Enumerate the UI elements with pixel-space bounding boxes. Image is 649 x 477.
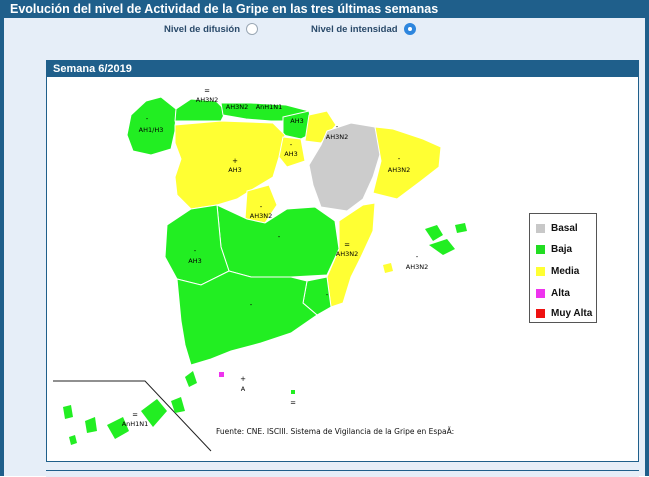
legend-item-alta: Alta	[536, 288, 570, 299]
legend-label-baja: Baja	[551, 244, 573, 255]
trend-mark-canarias: =	[132, 411, 138, 419]
legend-label-alta: Alta	[551, 288, 570, 299]
map-legend: Basal Baja Media Alta Muy Alta	[529, 213, 597, 323]
label-canarias: AnH1N1	[122, 420, 149, 428]
label-valencia: AH3N2	[336, 250, 358, 258]
trend-mark-ceuta: +	[240, 375, 246, 383]
canarias-island-6	[185, 371, 197, 387]
legend-item-baja: Baja	[536, 244, 572, 255]
trend-mark-castilla-leon: +	[232, 157, 238, 165]
region-baleares	[425, 225, 443, 241]
toggle-difusion-label: Nivel de difusión	[164, 23, 241, 35]
legend-label-media: Media	[551, 266, 580, 277]
source-note: Fuente: CNE. ISCIII. Sistema de Vigilanc…	[216, 427, 455, 436]
toggle-intensidad[interactable]: Nivel de intensidad	[311, 23, 416, 35]
canarias-island-1	[63, 405, 73, 419]
legend-swatch-media	[536, 267, 545, 276]
label-ceuta: A	[241, 385, 246, 393]
radio-intensidad[interactable]	[403, 23, 416, 35]
label-baleares: AH3N2	[406, 263, 428, 271]
label-extremadura: AH3	[188, 257, 201, 265]
legend-item-muy-alta: Muy Alta	[536, 308, 592, 319]
week-panel: Semana 6/2019 - AH1/H3 = AH3N2 AH3N2 AnH…	[46, 60, 639, 462]
radio-difusion[interactable]	[246, 23, 259, 35]
label-asturias: AH3N2	[196, 96, 218, 104]
label-madrid: AH3N2	[250, 212, 272, 220]
label-cantabria: AH3N2	[226, 103, 248, 111]
region-melilla	[291, 390, 295, 394]
canarias-island-7	[69, 435, 77, 445]
page-title: Evolución del nivel de Actividad de la G…	[4, 0, 645, 18]
label-cataluna: AH3N2	[388, 166, 410, 174]
region-menorca	[455, 223, 467, 233]
trend-mark-baleares: -	[416, 253, 419, 261]
toggle-intensidad-label: Nivel de intensidad	[311, 23, 398, 35]
trend-mark-melilla: =	[290, 399, 296, 407]
region-ibiza	[383, 263, 393, 273]
canarias-island-2	[85, 417, 97, 433]
level-toggle-row: Nivel de difusión Nivel de intensidad	[4, 23, 645, 41]
region-castilla-mancha	[216, 204, 340, 278]
label-galicia: AH1/H3	[139, 126, 164, 134]
spain-map: - AH1/H3 = AH3N2 AH3N2 AnH1N1 AH3 - AH3N…	[51, 81, 489, 457]
legend-swatch-baja	[536, 245, 545, 254]
toggle-difusion[interactable]: Nivel de difusión	[164, 23, 259, 35]
region-mallorca	[429, 239, 455, 255]
legend-label-muy-alta: Muy Alta	[551, 308, 593, 319]
label-la-rioja: AH3N2	[326, 133, 348, 141]
window-frame: Evolución del nivel de Actividad de la G…	[0, 0, 649, 477]
region-ceuta	[219, 372, 224, 377]
label-rioja-sub: AH3	[284, 150, 297, 158]
region-andalucia	[176, 270, 318, 366]
legend-label-basal: Basal	[551, 223, 578, 234]
week-title: Semana 6/2019	[47, 61, 638, 77]
label-castilla-leon: AH3	[228, 166, 241, 174]
legend-swatch-alta	[536, 289, 545, 298]
trend-mark-asturias: =	[204, 87, 210, 95]
region-cataluna	[372, 126, 442, 200]
legend-item-media: Media	[536, 266, 579, 277]
map-svg: - AH1/H3 = AH3N2 AH3N2 AnH1N1 AH3 - AH3N…	[53, 87, 467, 452]
label-navarra: AH3	[290, 117, 303, 125]
legend-item-basal: Basal	[536, 223, 578, 234]
legend-swatch-muy-alta	[536, 309, 545, 318]
legend-swatch-basal	[536, 224, 545, 233]
trend-mark-valencia: =	[344, 241, 350, 249]
label-pais-vasco: AnH1N1	[256, 103, 283, 111]
